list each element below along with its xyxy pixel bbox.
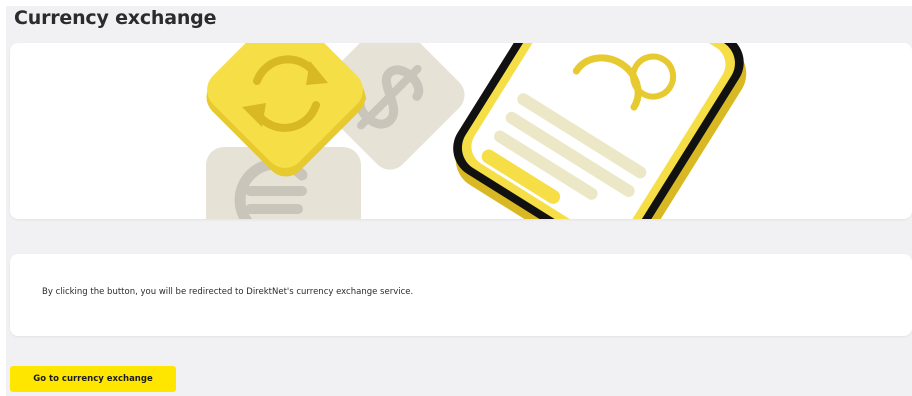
- page-title: Currency exchange: [14, 7, 217, 29]
- hero-illustration-card: [10, 43, 912, 219]
- smartphone-icon: [453, 43, 747, 219]
- go-to-currency-exchange-button[interactable]: Go to currency exchange: [10, 366, 176, 392]
- redirect-notice: By clicking the button, you will be redi…: [42, 287, 414, 297]
- info-card: By clicking the button, you will be redi…: [10, 254, 912, 336]
- currency-exchange-illustration: [206, 43, 747, 219]
